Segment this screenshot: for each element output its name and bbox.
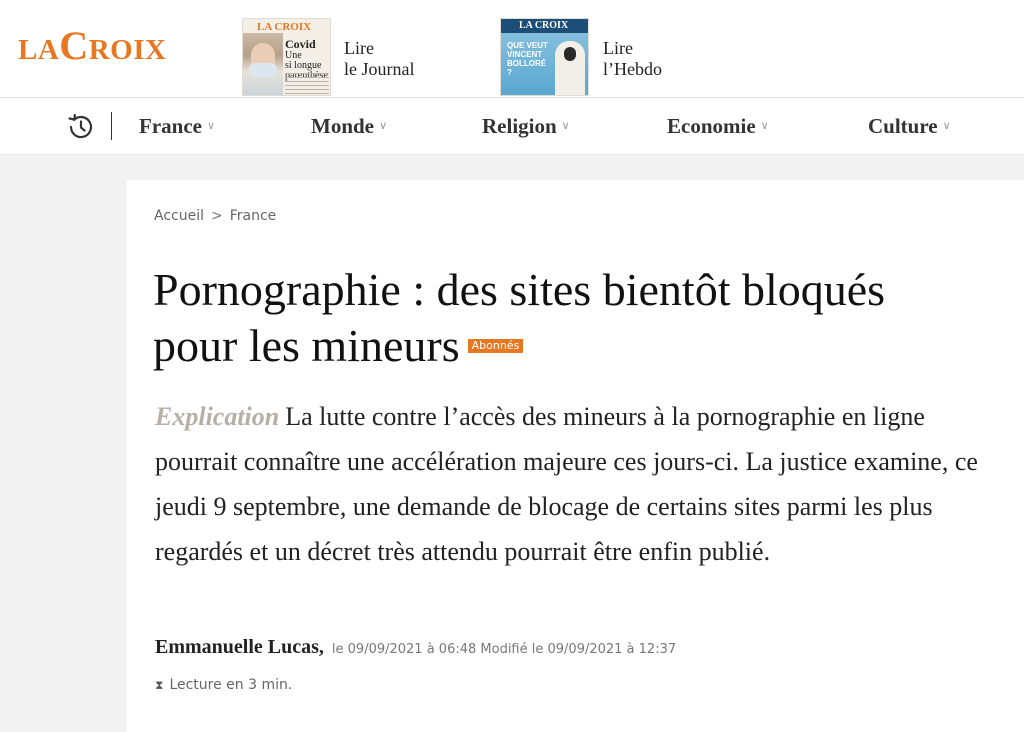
breadcrumb-separator: >: [211, 208, 223, 224]
logo-part-c: C: [59, 23, 89, 68]
journal-cover-image[interactable]: LA CROIX Covid Une si longue parenthèse: [242, 18, 331, 96]
logo-part-roix: ROIX: [88, 34, 167, 66]
nav-item-religion-label: Religion: [482, 114, 557, 138]
article-kicker: Explication: [155, 402, 280, 431]
read-journal-label[interactable]: Lire le Journal: [344, 38, 414, 80]
la-croix-logo[interactable]: LACROIX: [18, 26, 166, 66]
hourglass-icon: ⧗: [155, 678, 164, 692]
article-title-text: Pornographie : des sites bientôt bloqués…: [153, 264, 886, 371]
subscribers-badge: Abonnés: [467, 339, 524, 353]
main-nav: France ∨ Monde ∨ Religion ∨ Economie ∨ Cultu…: [0, 98, 1024, 155]
author-comma: ,: [318, 636, 324, 658]
breadcrumb: Accueil > France: [154, 208, 276, 224]
hebdo-cover-masthead: LA CROIX: [519, 20, 569, 31]
journal-cover-mask: [249, 63, 277, 77]
read-hebdo-label-line2: l’Hebdo: [603, 59, 662, 79]
read-journal-label-line2: le Journal: [344, 59, 415, 79]
nav-divider: [111, 112, 112, 140]
nav-item-monde[interactable]: Monde ∨: [311, 113, 387, 139]
read-hebdo-label[interactable]: Lire l’Hebdo: [603, 38, 662, 80]
breadcrumb-home-link[interactable]: Accueil: [154, 208, 204, 224]
article-title: Pornographie : des sites bientôt bloqués…: [153, 262, 913, 374]
nav-item-culture-label: Culture: [868, 114, 938, 138]
reading-time: ⧗ Lecture en 3 min.: [155, 677, 292, 693]
journal-cover-columns: [285, 73, 329, 95]
journal-cover-masthead: LA CROIX: [257, 21, 312, 33]
nav-item-economie-label: Economie: [667, 114, 756, 138]
chevron-down-icon[interactable]: ∨: [207, 119, 215, 132]
top-header: LACROIX LA CROIX Covid Une si longue par…: [0, 0, 1024, 98]
chevron-down-icon[interactable]: ∨: [562, 119, 570, 132]
nav-item-france-label: France: [139, 114, 202, 138]
read-journal-label-line1: Lire: [344, 38, 374, 58]
logo-part-la: LA: [18, 34, 60, 66]
nav-item-religion[interactable]: Religion ∨: [482, 113, 570, 139]
chevron-down-icon[interactable]: ∨: [761, 119, 769, 132]
journal-cover-headline-1: Covid: [285, 37, 316, 51]
hebdo-cover-image[interactable]: LA CROIX QUE VEUT VINCENT BOLLORÉ ?: [500, 18, 589, 96]
publication-dates: le 09/09/2021 à 06:48 Modifié le 09/09/2…: [331, 642, 677, 657]
byline: Emmanuelle Lucas, le 09/09/2021 à 06:48 M…: [155, 634, 676, 663]
article-lead: Explication La lutte contre l’accès des m…: [155, 394, 995, 574]
history-clock-icon[interactable]: [66, 112, 96, 142]
chevron-down-icon[interactable]: ∨: [379, 119, 387, 132]
breadcrumb-section-link[interactable]: France: [230, 208, 277, 224]
nav-item-monde-label: Monde: [311, 114, 374, 138]
nav-item-culture[interactable]: Culture ∨: [868, 113, 951, 139]
chevron-down-icon[interactable]: ∨: [943, 119, 951, 132]
nav-item-france[interactable]: France ∨: [139, 113, 215, 139]
reading-time-text: Lecture en 3 min.: [169, 677, 293, 693]
author-name[interactable]: Emmanuelle Lucas: [155, 636, 319, 658]
nav-item-economie[interactable]: Economie ∨: [667, 113, 769, 139]
hebdo-cover-question: QUE VEUT VINCENT BOLLORÉ ?: [507, 41, 548, 77]
hebdo-cover-illustration: [555, 41, 585, 95]
read-hebdo-label-line1: Lire: [603, 38, 633, 58]
